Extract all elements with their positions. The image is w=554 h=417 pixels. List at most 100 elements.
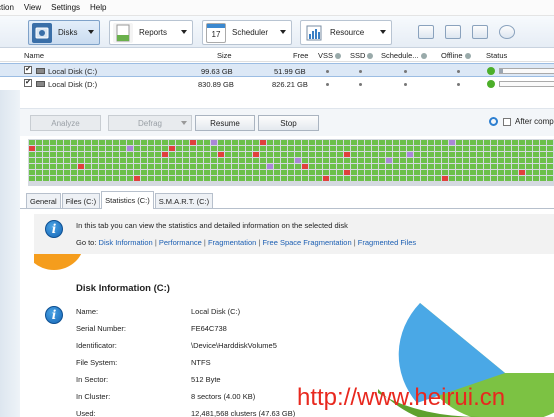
menu-action[interactable]: ction bbox=[0, 3, 14, 12]
cluster-block bbox=[302, 170, 308, 175]
cluster-block bbox=[309, 164, 315, 169]
tab-strip: General Files (C:) Statistics (C:) S.M.A… bbox=[26, 191, 214, 209]
gear-icon[interactable] bbox=[499, 25, 515, 39]
cluster-block bbox=[505, 152, 511, 157]
resource-button[interactable]: Resource bbox=[300, 20, 392, 45]
cluster-block bbox=[183, 170, 189, 175]
cluster-block bbox=[267, 152, 273, 157]
cluster-block bbox=[512, 152, 518, 157]
cluster-block bbox=[288, 146, 294, 151]
cluster-block bbox=[379, 170, 385, 175]
cluster-block bbox=[323, 140, 329, 145]
resume-button[interactable]: Resume bbox=[195, 115, 255, 131]
cluster-block bbox=[365, 140, 371, 145]
cluster-block bbox=[239, 164, 245, 169]
map-view-icon[interactable] bbox=[472, 25, 488, 39]
cluster-block bbox=[421, 170, 427, 175]
column-ssd[interactable]: SSD bbox=[350, 51, 374, 60]
cluster-block bbox=[309, 158, 315, 163]
tab-smart[interactable]: S.M.A.R.T. (C:) bbox=[154, 193, 214, 209]
cluster-block bbox=[113, 140, 119, 145]
cluster-block bbox=[204, 152, 210, 157]
cluster-block bbox=[127, 164, 133, 169]
cluster-block bbox=[274, 164, 280, 169]
cluster-block bbox=[211, 140, 217, 145]
cluster-block bbox=[463, 164, 469, 169]
column-schedule[interactable]: Schedule... bbox=[381, 51, 427, 60]
cluster-block bbox=[428, 146, 434, 151]
cluster-block bbox=[99, 158, 105, 163]
cluster-block bbox=[106, 140, 112, 145]
link-free-space-fragmentation[interactable]: Free Space Fragmentation bbox=[262, 238, 351, 247]
cluster-block bbox=[533, 152, 539, 157]
column-offline[interactable]: Offline bbox=[441, 51, 471, 60]
cluster-block bbox=[344, 152, 350, 157]
cluster-block bbox=[92, 170, 98, 175]
cluster-block bbox=[36, 140, 42, 145]
cluster-block bbox=[127, 140, 133, 145]
checkbox-box[interactable] bbox=[503, 117, 511, 126]
column-status[interactable]: Status bbox=[486, 51, 507, 60]
cluster-block bbox=[197, 164, 203, 169]
cluster-block bbox=[281, 158, 287, 163]
cluster-block bbox=[316, 164, 322, 169]
cluster-block bbox=[85, 152, 91, 157]
link-disk-information[interactable]: Disk Information bbox=[99, 238, 153, 247]
disk-row[interactable]: ✔ Local Disk (C:) 99.63 GB 51.99 GB bbox=[0, 63, 554, 77]
cluster-block bbox=[134, 152, 140, 157]
cluster-block bbox=[197, 170, 203, 175]
cluster-block bbox=[512, 146, 518, 151]
cluster-map[interactable] bbox=[28, 139, 554, 186]
cluster-block bbox=[197, 158, 203, 163]
column-free[interactable]: Free bbox=[293, 51, 308, 60]
cluster-block bbox=[134, 176, 140, 181]
cluster-block bbox=[218, 146, 224, 151]
cluster-block bbox=[428, 140, 434, 145]
cluster-block bbox=[267, 176, 273, 181]
column-vss[interactable]: VSS bbox=[318, 51, 342, 60]
cluster-block bbox=[337, 164, 343, 169]
reports-button[interactable]: Reports bbox=[109, 20, 193, 45]
stop-button[interactable]: Stop bbox=[258, 115, 319, 131]
disks-button[interactable]: Disks bbox=[28, 20, 100, 45]
cluster-block bbox=[470, 176, 476, 181]
row-checkbox[interactable]: ✔ bbox=[24, 79, 32, 87]
menu-settings[interactable]: Settings bbox=[51, 3, 80, 12]
column-name[interactable]: Name bbox=[24, 51, 44, 60]
disk-row[interactable]: ✔ Local Disk (D:) 830.89 GB 826.21 GB bbox=[0, 77, 554, 91]
analyze-button[interactable]: Analyze bbox=[30, 115, 101, 131]
cluster-block bbox=[43, 158, 49, 163]
cluster-block bbox=[29, 152, 35, 157]
cluster-block bbox=[379, 146, 385, 151]
row-checkbox[interactable]: ✔ bbox=[24, 66, 32, 74]
menu-help[interactable]: Help bbox=[90, 3, 106, 12]
tab-statistics[interactable]: Statistics (C:) bbox=[101, 191, 154, 209]
cluster-block bbox=[225, 146, 231, 151]
cluster-block bbox=[92, 140, 98, 145]
scheduler-button[interactable]: 17 Scheduler bbox=[202, 20, 292, 45]
vss-value bbox=[326, 70, 329, 73]
link-performance[interactable]: Performance bbox=[159, 238, 202, 247]
tab-general[interactable]: General bbox=[26, 193, 61, 209]
cluster-block bbox=[64, 170, 70, 175]
disk-list-header: Name Size Free VSS SSD Schedule... Offli… bbox=[0, 48, 554, 62]
cluster-block bbox=[533, 140, 539, 145]
cluster-block bbox=[435, 164, 441, 169]
menu-view[interactable]: View bbox=[24, 3, 41, 12]
column-size[interactable]: Size bbox=[217, 51, 232, 60]
tab-files[interactable]: Files (C:) bbox=[61, 193, 101, 209]
cluster-block bbox=[267, 146, 273, 151]
after-completion-checkbox[interactable]: After comp bbox=[503, 117, 554, 126]
layout-icon[interactable] bbox=[418, 25, 434, 39]
cluster-block bbox=[512, 170, 518, 175]
cluster-block bbox=[484, 146, 490, 151]
cluster-block bbox=[64, 152, 70, 157]
link-fragmented-files[interactable]: Fragmented Files bbox=[358, 238, 416, 247]
cluster-block bbox=[456, 146, 462, 151]
defrag-button[interactable]: Defrag bbox=[108, 115, 192, 131]
link-fragmentation[interactable]: Fragmentation bbox=[208, 238, 256, 247]
cluster-block bbox=[162, 140, 168, 145]
field-value: 12,481,568 clusters (47.63 GB) bbox=[191, 409, 296, 417]
power-icon[interactable] bbox=[489, 117, 498, 126]
graph-icon[interactable] bbox=[445, 25, 461, 39]
